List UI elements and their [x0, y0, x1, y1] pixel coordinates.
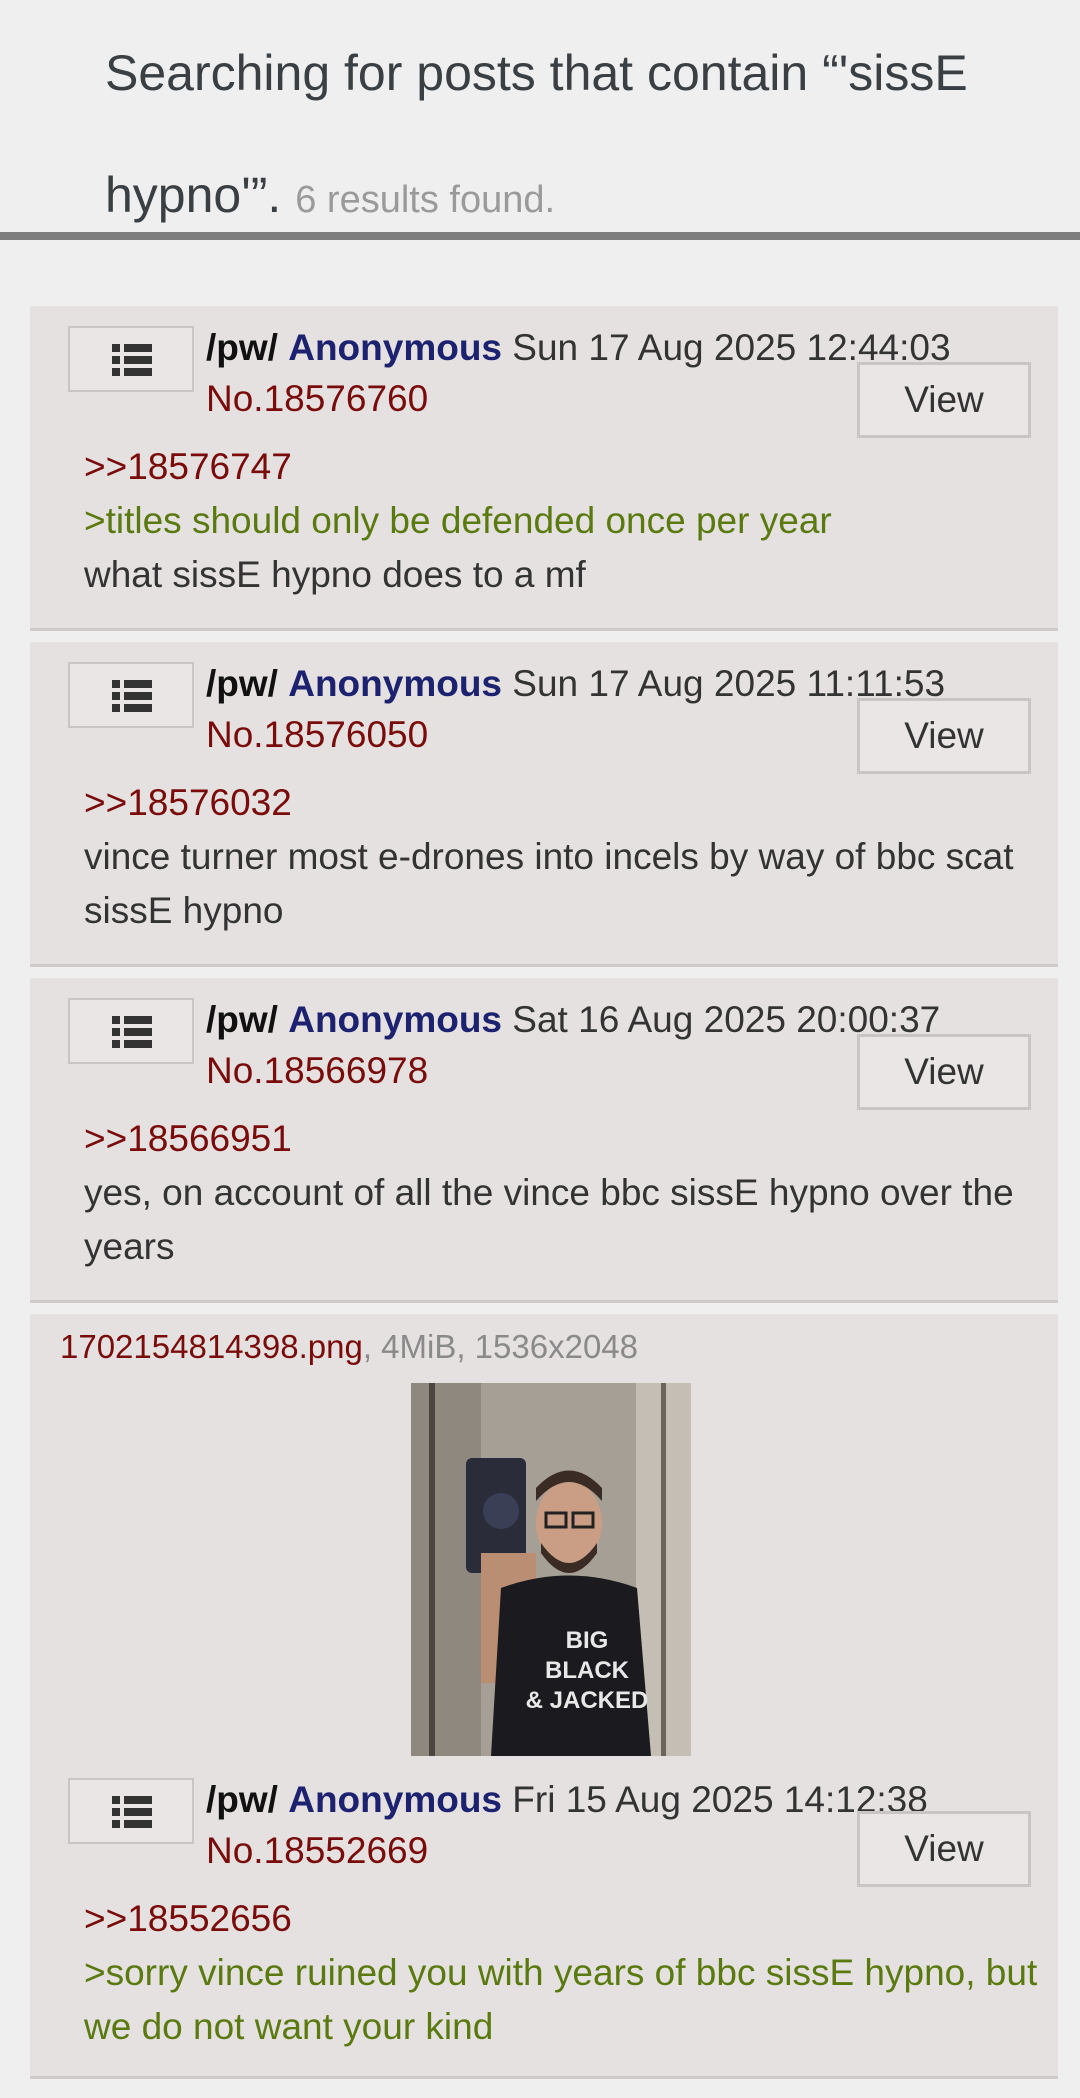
- search-summary: Searching for posts that contain “'sissE…: [105, 12, 1065, 261]
- search-header: Searching for posts that contain “'sissE…: [0, 0, 1080, 240]
- board-link[interactable]: /pw/: [206, 999, 278, 1040]
- post-text: what sissE hypno does to a mf: [84, 554, 586, 595]
- quote-link[interactable]: >>18576747: [84, 440, 1044, 494]
- poster-name: Anonymous: [288, 1779, 503, 1820]
- greentext-line: >titles should only be defended once per…: [84, 500, 832, 541]
- post-result: /pw/ Anonymous Sun 17 Aug 2025 11:11:53 …: [30, 642, 1058, 967]
- post-menu-button[interactable]: [68, 1778, 194, 1844]
- quote-link[interactable]: >>18552656: [84, 1892, 1044, 1946]
- selfie-photo: BIG BLACK & JACKED: [411, 1383, 691, 1756]
- post-meta: /pw/ Anonymous Sat 16 Aug 2025 20:00:37: [206, 998, 940, 1042]
- board-link[interactable]: /pw/: [206, 327, 278, 368]
- post-body: >>18566951 yes, on account of all the vi…: [84, 1112, 1044, 1274]
- poster-name: Anonymous: [288, 999, 503, 1040]
- view-button[interactable]: View: [857, 362, 1031, 438]
- post-number[interactable]: No.18552669: [206, 1830, 428, 1872]
- post-menu-button[interactable]: [68, 998, 194, 1064]
- quote-link[interactable]: >>18576032: [84, 776, 1044, 830]
- file-meta: , 4MiB, 1536x2048: [362, 1328, 639, 1365]
- shirt-text: BIG: [566, 1627, 609, 1654]
- post-number[interactable]: No.18576760: [206, 378, 428, 420]
- quote-link[interactable]: >>18566951: [84, 1112, 1044, 1166]
- poster-name: Anonymous: [288, 663, 503, 704]
- results-count: 6 results found.: [295, 179, 556, 221]
- shirt-text: & JACKED: [526, 1687, 649, 1714]
- view-button[interactable]: View: [857, 698, 1031, 774]
- greentext-line: >sorry vince ruined you with years of bb…: [84, 1952, 1038, 2047]
- post-meta: /pw/ Anonymous Sun 17 Aug 2025 11:11:53: [206, 662, 945, 706]
- file-info: 1702154814398.png, 4MiB, 1536x2048: [60, 1328, 638, 1366]
- post-text: yes, on account of all the vince bbc sis…: [84, 1172, 1014, 1267]
- view-button[interactable]: View: [857, 1811, 1031, 1887]
- post-text: vince turner most e-drones into incels b…: [84, 836, 1014, 931]
- post-body: >>18576032 vince turner most e-drones in…: [84, 776, 1044, 938]
- post-result: /pw/ Anonymous Sun 17 Aug 2025 12:44:03 …: [30, 306, 1058, 631]
- post-body: >>18576747 >titles should only be defend…: [84, 440, 1044, 602]
- poster-name: Anonymous: [288, 327, 503, 368]
- file-name-link[interactable]: 1702154814398.png: [60, 1328, 363, 1365]
- post-meta: /pw/ Anonymous Sun 17 Aug 2025 12:44:03: [206, 326, 951, 370]
- board-link[interactable]: /pw/: [206, 1779, 278, 1820]
- shirt-text: BLACK: [545, 1657, 630, 1684]
- board-link[interactable]: /pw/: [206, 663, 278, 704]
- list-icon: [112, 1016, 152, 1048]
- list-icon: [112, 1796, 152, 1828]
- image-thumbnail[interactable]: BIG BLACK & JACKED: [411, 1383, 691, 1756]
- view-button[interactable]: View: [857, 1034, 1031, 1110]
- post-number[interactable]: No.18566978: [206, 1050, 428, 1092]
- post-body: >>18552656 >sorry vince ruined you with …: [84, 1892, 1044, 2054]
- post-result: 1702154814398.png, 4MiB, 1536x2048 BIG B…: [30, 1314, 1058, 2079]
- list-icon: [112, 344, 152, 376]
- post-menu-button[interactable]: [68, 662, 194, 728]
- post-meta: /pw/ Anonymous Fri 15 Aug 2025 14:12:38: [206, 1778, 928, 1822]
- post-number[interactable]: No.18576050: [206, 714, 428, 756]
- post-result: /pw/ Anonymous Sat 16 Aug 2025 20:00:37 …: [30, 978, 1058, 1303]
- post-menu-button[interactable]: [68, 326, 194, 392]
- list-icon: [112, 680, 152, 712]
